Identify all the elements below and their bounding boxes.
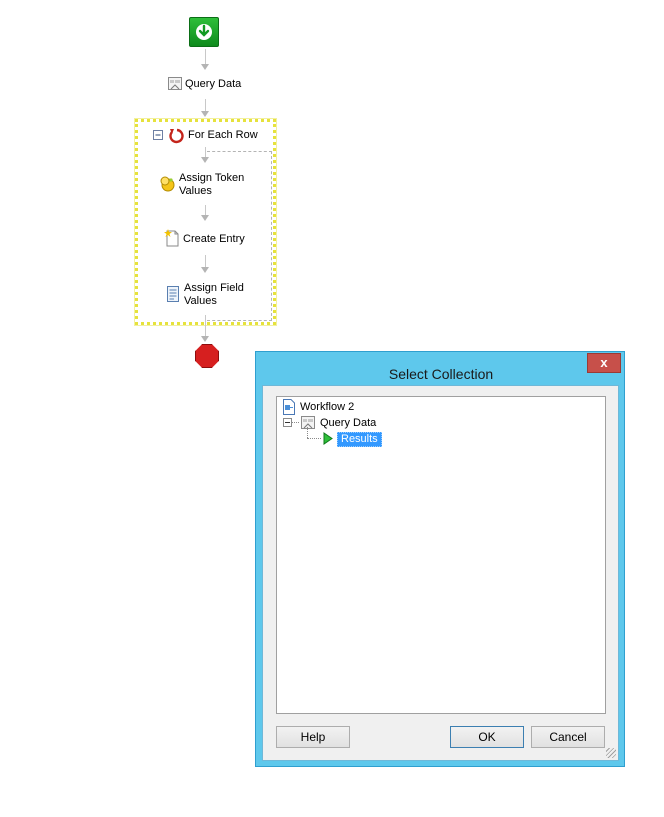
node-label: Values bbox=[179, 185, 212, 197]
node-label: Assign Token bbox=[179, 172, 245, 184]
tree-node-label: Workflow 2 bbox=[300, 401, 355, 413]
collapse-icon[interactable] bbox=[153, 130, 163, 143]
arrow-head-icon bbox=[201, 267, 209, 273]
node-label: Create Entry bbox=[183, 233, 245, 245]
token-icon bbox=[159, 175, 176, 195]
tree-line bbox=[292, 422, 299, 423]
stop-node[interactable] bbox=[195, 344, 219, 368]
node-label: Assign Field bbox=[184, 282, 244, 294]
tree-node-label: Results bbox=[337, 432, 382, 447]
assign-field-values-node[interactable]: Assign Field Values bbox=[166, 281, 266, 309]
arrow-head-icon bbox=[201, 111, 209, 117]
tree-line bbox=[307, 438, 321, 439]
play-icon bbox=[323, 432, 333, 448]
for-each-row-node[interactable]: For Each Row bbox=[153, 127, 268, 145]
dialog-title: Select Collection bbox=[388, 366, 494, 382]
query-icon bbox=[167, 76, 183, 95]
new-document-icon bbox=[164, 229, 180, 250]
tree-node-results[interactable]: Results bbox=[307, 427, 427, 448]
dialog-body: Workflow 2 Query Data Results Help OK Ca… bbox=[262, 385, 619, 761]
tree-node-workflow[interactable]: Workflow 2 bbox=[282, 399, 402, 415]
assign-token-values-node[interactable]: Assign Token Values bbox=[159, 171, 259, 199]
ok-button[interactable]: OK bbox=[450, 726, 524, 748]
help-button[interactable]: Help bbox=[276, 726, 350, 748]
cancel-button[interactable]: Cancel bbox=[531, 726, 605, 748]
form-icon bbox=[166, 286, 180, 305]
node-label: For Each Row bbox=[188, 129, 258, 141]
create-entry-node[interactable]: Create Entry bbox=[164, 229, 254, 249]
loop-icon bbox=[168, 127, 185, 147]
arrow-head-icon bbox=[201, 64, 209, 70]
down-arrow-icon bbox=[196, 24, 212, 40]
close-button[interactable]: x bbox=[587, 353, 621, 373]
resize-grip-icon[interactable] bbox=[606, 748, 616, 758]
tree-line bbox=[307, 427, 308, 438]
collection-tree[interactable]: Workflow 2 Query Data Results bbox=[276, 396, 606, 714]
node-label: Values bbox=[184, 295, 217, 307]
node-label: Query Data bbox=[185, 78, 242, 90]
tree-node-label: Query Data bbox=[320, 417, 377, 429]
select-collection-dialog: Select Collection x Workflow 2 Query Dat… bbox=[255, 351, 625, 767]
arrow-head-icon bbox=[201, 215, 209, 221]
arrow-head-icon bbox=[201, 157, 209, 163]
arrow-head-icon bbox=[201, 336, 209, 342]
collapse-icon[interactable] bbox=[283, 418, 292, 430]
tree-node-query-data[interactable]: Query Data bbox=[283, 415, 413, 431]
query-data-node[interactable]: Query Data bbox=[167, 76, 247, 94]
start-node[interactable] bbox=[189, 17, 219, 47]
